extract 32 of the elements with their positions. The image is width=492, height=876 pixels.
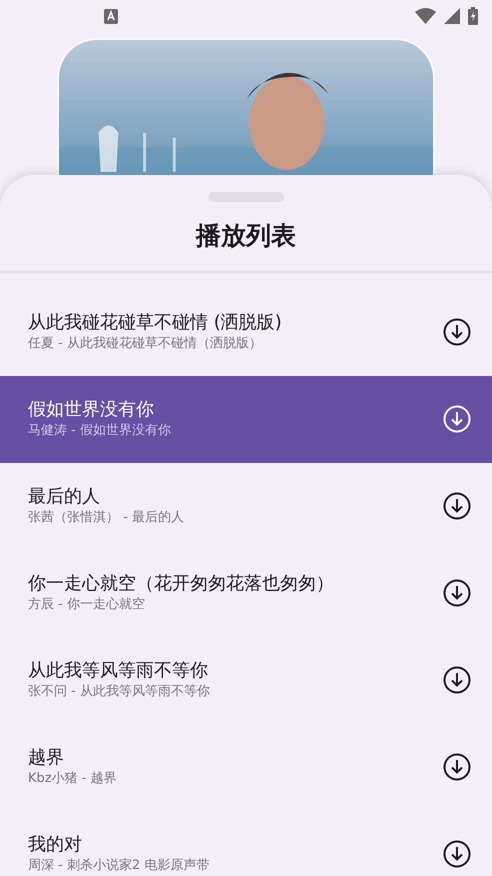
song-title: 你一走心就空（花开匆匆花落也匆匆） <box>28 572 334 596</box>
download-icon[interactable] <box>443 492 471 520</box>
song-row[interactable]: 越界 Kbz小猪 - 越界 <box>0 724 492 810</box>
song-title: 最后的人 <box>28 485 101 509</box>
battery-icon <box>468 7 478 25</box>
song-artist: 周深 - 刺杀小说家2 电影原声带 <box>28 856 210 875</box>
song-title: 我的对 <box>28 833 83 857</box>
song-title: 从此我碰花碰草不碰情 (洒脱版) <box>28 311 282 335</box>
wifi-icon <box>415 8 436 24</box>
download-icon[interactable] <box>443 666 471 694</box>
sheet-title: 播放列表 <box>194 220 297 252</box>
signal-icon <box>444 8 460 24</box>
song-artist: 任夏 - 从此我碰花碰草不碰情（洒脱版） <box>28 334 263 353</box>
text-input-icon <box>104 8 118 24</box>
song-artist: 张不问 - 从此我等风等雨不等你 <box>28 682 210 701</box>
download-icon[interactable] <box>443 579 471 607</box>
song-artist: Kbz小猪 - 越界 <box>28 770 117 788</box>
song-row[interactable]: 你一走心就空（花开匆匆花落也匆匆） 方辰 - 你一走心就空 <box>0 550 492 636</box>
song-title: 从此我等风等雨不等你 <box>28 659 209 683</box>
song-title: 假如世界没有你 <box>28 398 155 422</box>
download-icon[interactable] <box>443 753 471 781</box>
song-artist: 张茜（张惜淇） - 最后的人 <box>28 508 184 527</box>
song-row[interactable]: 最后的人 张茜（张惜淇） - 最后的人 <box>0 462 492 550</box>
song-artist: 马健涛 - 假如世界没有你 <box>28 422 171 440</box>
song-row[interactable]: 我的对 周深 - 刺杀小说家2 电影原声带 <box>0 810 492 876</box>
song-row[interactable]: 假如世界没有你 马健涛 - 假如世界没有你 <box>0 376 492 462</box>
song-row[interactable]: 从此我碰花碰草不碰情 (洒脱版) 任夏 - 从此我碰花碰草不碰情（洒脱版） <box>0 288 492 376</box>
download-icon[interactable] <box>443 318 471 346</box>
song-row[interactable]: 从此我等风等雨不等你 张不问 - 从此我等风等雨不等你 <box>0 636 492 724</box>
song-title: 越界 <box>28 746 65 770</box>
download-icon[interactable] <box>443 840 471 868</box>
song-artist: 方辰 - 你一走心就空 <box>28 596 146 614</box>
